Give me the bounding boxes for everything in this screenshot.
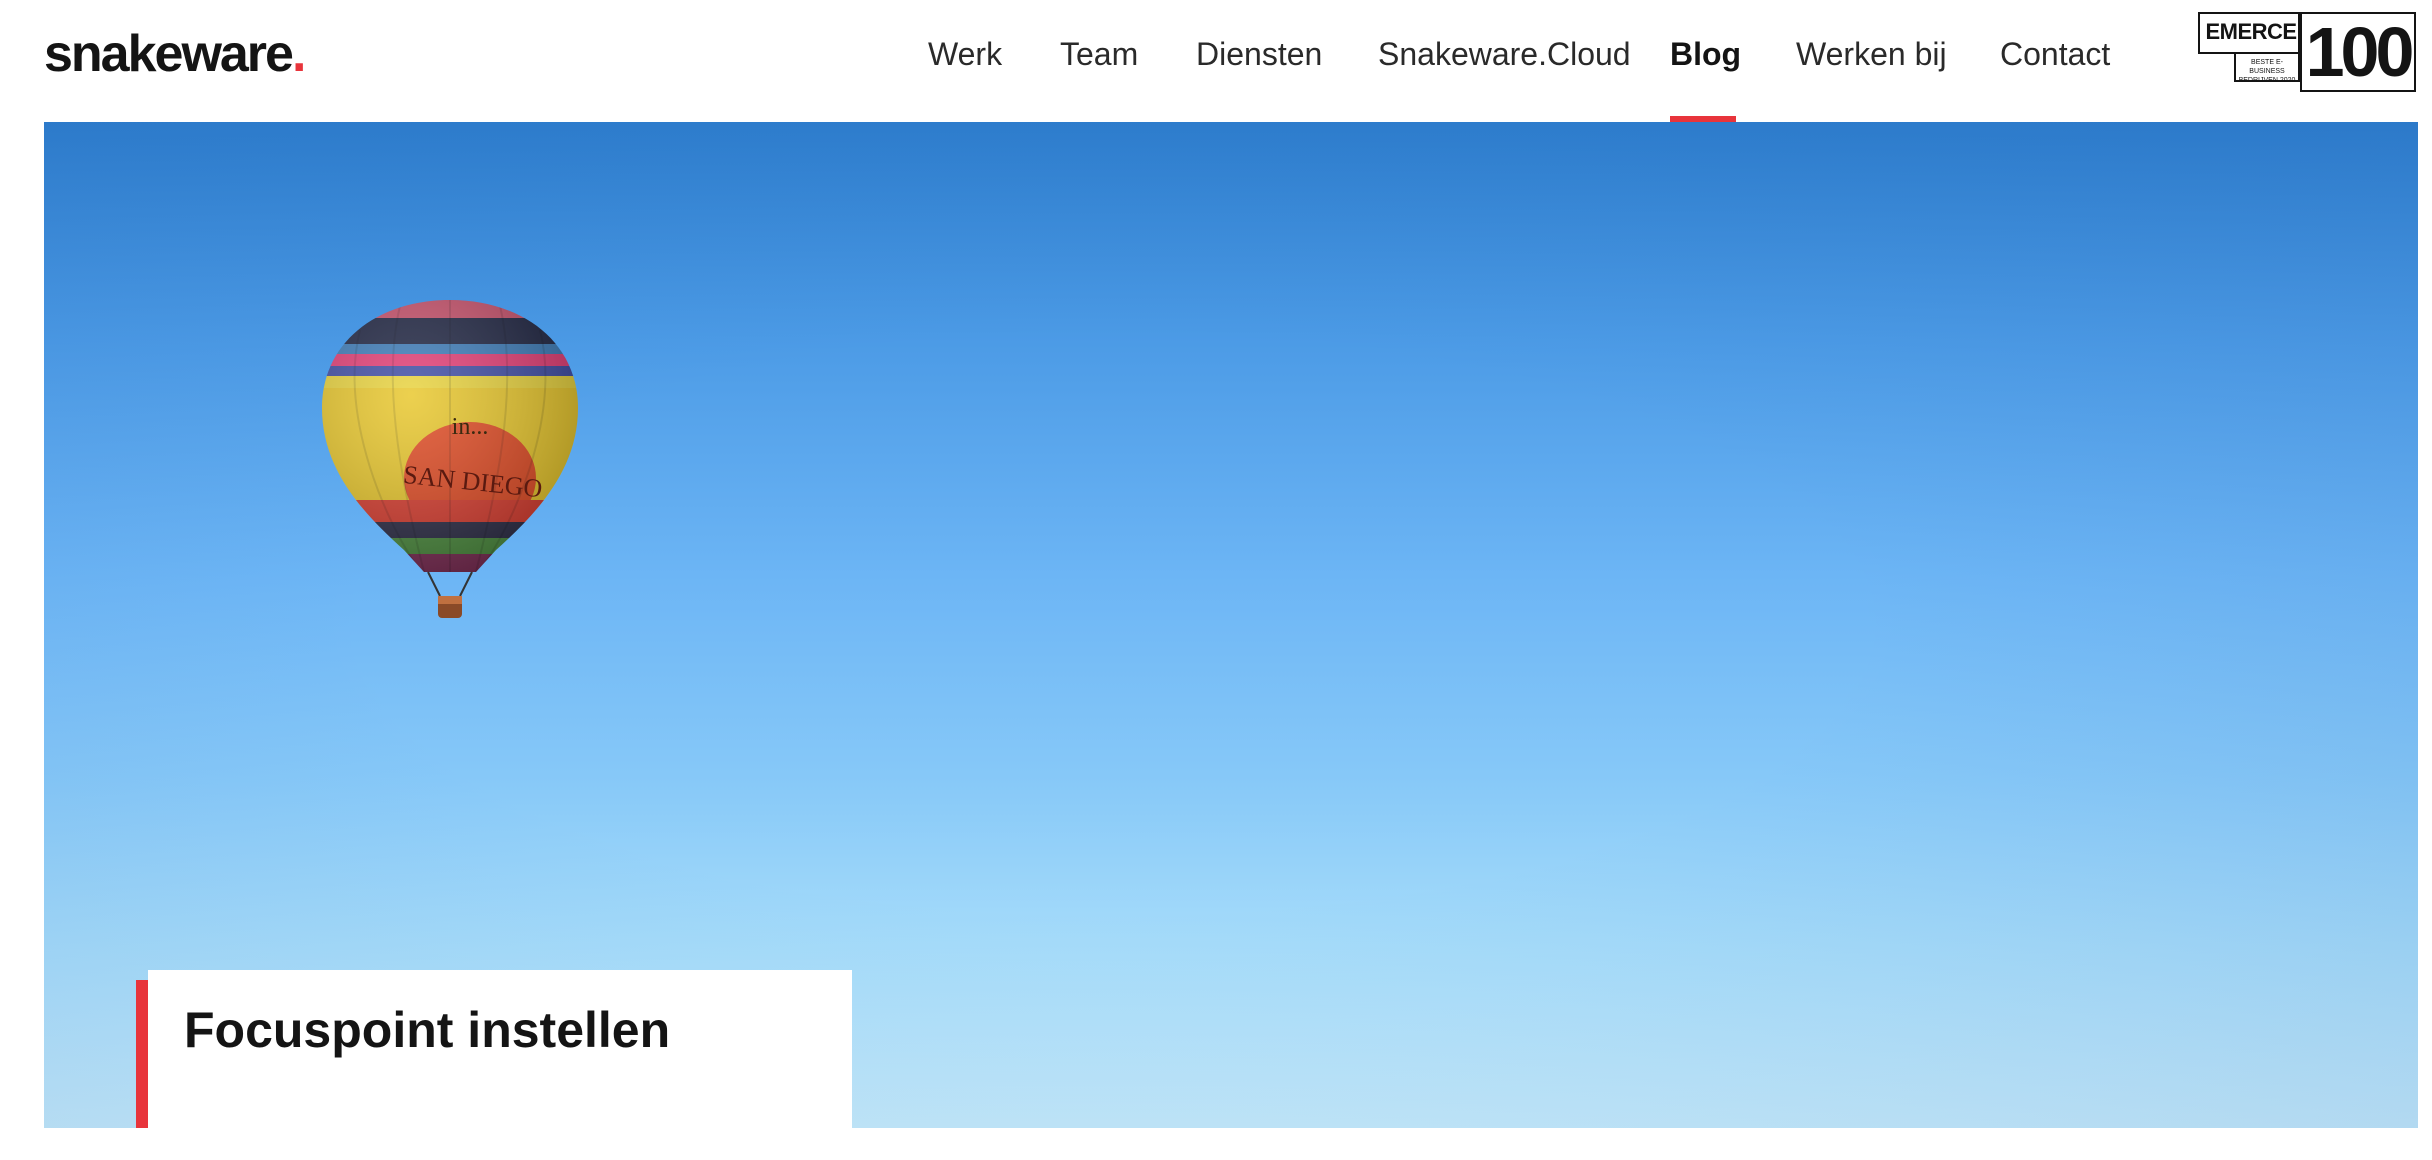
nav-item-snakeware-cloud[interactable]: Snakeware.Cloud — [1378, 34, 1631, 74]
emerce-badge-title: EMERCE — [2205, 19, 2297, 44]
emerce-badge-title-box: EMERCE — [2198, 12, 2300, 54]
hero-image: in... SAN DIEGO Focuspoint instellen — [44, 122, 2418, 1128]
emerce-badge-subtitle: BESTE E-BUSINESS BEDRIJVEN 2020 — [2234, 54, 2300, 84]
nav-item-contact[interactable]: Contact — [2000, 34, 2110, 74]
emerce-100-badge[interactable]: EMERCE BESTE E-BUSINESS BEDRIJVEN 2020 1… — [2198, 12, 2416, 92]
article-title: Focuspoint instellen — [184, 1002, 671, 1058]
site-header: snakeware. Werk Team Diensten Snakeware.… — [0, 0, 2432, 122]
snakeware-logo[interactable]: snakeware. — [44, 22, 307, 86]
title-card[interactable]: Focuspoint instellen — [148, 970, 852, 1128]
nav-item-werken-bij[interactable]: Werken bij — [1796, 34, 1947, 74]
logo-text: snakeware — [44, 25, 294, 83]
emerce-badge-subtitle-line1: BESTE E-BUSINESS — [2249, 59, 2285, 75]
nav-item-werk[interactable]: Werk — [928, 34, 1002, 74]
logo-dot: . — [291, 25, 307, 83]
nav-item-diensten[interactable]: Diensten — [1196, 34, 1322, 74]
hot-air-balloon-image: in... SAN DIEGO — [322, 300, 578, 618]
nav-item-team[interactable]: Team — [1060, 34, 1138, 74]
nav-item-blog[interactable]: Blog — [1670, 34, 1741, 74]
balloon-text-top: in... — [452, 414, 489, 440]
emerce-badge-subtitle-line2: BEDRIJVEN 2020 — [2238, 77, 2296, 84]
page: snakeware. Werk Team Diensten Snakeware.… — [0, 0, 2432, 1160]
emerce-badge-number: 100 — [2300, 12, 2416, 92]
